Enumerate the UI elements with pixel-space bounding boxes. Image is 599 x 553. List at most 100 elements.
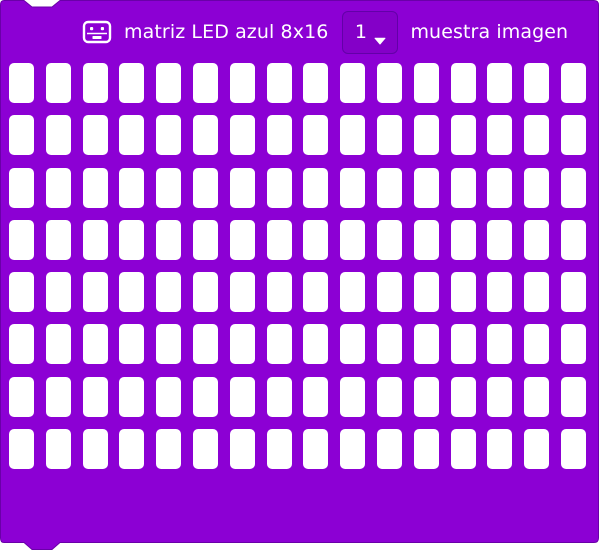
led-cell-r6-c10[interactable]: [340, 324, 366, 365]
led-cell-r4-c12[interactable]: [413, 219, 439, 260]
led-cell-r6-c5[interactable]: [156, 324, 182, 365]
led-cell-r6-c15[interactable]: [524, 324, 550, 365]
led-cell-r1-c8[interactable]: [266, 63, 292, 103]
led-cell-r2-c9[interactable]: [303, 115, 329, 156]
led-cell-r6-c8[interactable]: [266, 324, 292, 365]
led-cell-r7-c10[interactable]: [340, 376, 366, 417]
led-cell-r8-c9[interactable]: [303, 429, 329, 470]
led-cell-r2-c10[interactable]: [340, 115, 366, 156]
led-cell-r3-c3[interactable]: [82, 167, 108, 208]
led-cell-r2-c12[interactable]: [413, 115, 439, 156]
led-cell-r5-c4[interactable]: [119, 272, 145, 313]
led-cell-r8-c4[interactable]: [119, 429, 145, 470]
led-cell-r6-c3[interactable]: [82, 324, 108, 365]
led-cell-r4-c1[interactable]: [9, 219, 34, 260]
led-cell-r8-c1[interactable]: [9, 429, 34, 470]
led-cell-r1-c10[interactable]: [340, 63, 366, 103]
led-cell-r2-c7[interactable]: [229, 115, 255, 156]
led-cell-r5-c9[interactable]: [303, 272, 329, 313]
led-cell-r2-c11[interactable]: [376, 115, 402, 156]
led-cell-r2-c6[interactable]: [192, 115, 218, 156]
led-cell-r7-c2[interactable]: [45, 376, 71, 417]
led-cell-r3-c8[interactable]: [266, 167, 292, 208]
led-cell-r5-c16[interactable]: [560, 272, 586, 313]
led-cell-r5-c3[interactable]: [82, 272, 108, 313]
led-cell-r3-c7[interactable]: [229, 167, 255, 208]
led-cell-r6-c9[interactable]: [303, 324, 329, 365]
led-cell-r4-c6[interactable]: [192, 219, 218, 260]
led-cell-r8-c6[interactable]: [192, 429, 218, 470]
led-cell-r3-c9[interactable]: [303, 167, 329, 208]
led-cell-r1-c6[interactable]: [192, 63, 218, 103]
led-cell-r8-c11[interactable]: [376, 429, 402, 470]
led-cell-r4-c3[interactable]: [82, 219, 108, 260]
led-cell-r8-c12[interactable]: [413, 429, 439, 470]
led-cell-r4-c15[interactable]: [524, 219, 550, 260]
led-cell-r5-c15[interactable]: [524, 272, 550, 313]
led-cell-r2-c8[interactable]: [266, 115, 292, 156]
led-cell-r5-c14[interactable]: [487, 272, 513, 313]
led-cell-r3-c16[interactable]: [560, 167, 586, 208]
led-cell-r7-c11[interactable]: [376, 376, 402, 417]
led-cell-r3-c14[interactable]: [487, 167, 513, 208]
led-cell-r7-c5[interactable]: [156, 376, 182, 417]
led-cell-r7-c15[interactable]: [524, 376, 550, 417]
led-cell-r2-c1[interactable]: [9, 115, 34, 156]
led-cell-r3-c10[interactable]: [340, 167, 366, 208]
led-cell-r6-c4[interactable]: [119, 324, 145, 365]
led-cell-r6-c13[interactable]: [450, 324, 476, 365]
led-cell-r1-c5[interactable]: [156, 63, 182, 103]
led-cell-r7-c9[interactable]: [303, 376, 329, 417]
led-cell-r1-c12[interactable]: [413, 63, 439, 103]
led-cell-r6-c1[interactable]: [9, 324, 34, 365]
led-cell-r4-c2[interactable]: [45, 219, 71, 260]
led-cell-r7-c16[interactable]: [560, 376, 586, 417]
led-cell-r4-c9[interactable]: [303, 219, 329, 260]
led-cell-r3-c15[interactable]: [524, 167, 550, 208]
led-cell-r8-c7[interactable]: [229, 429, 255, 470]
matrix-select-dropdown[interactable]: 1: [342, 10, 399, 54]
led-cell-r4-c4[interactable]: [119, 219, 145, 260]
led-cell-r2-c16[interactable]: [560, 115, 586, 156]
led-cell-r4-c7[interactable]: [229, 219, 255, 260]
led-cell-r8-c13[interactable]: [450, 429, 476, 470]
led-cell-r2-c15[interactable]: [524, 115, 550, 156]
led-cell-r4-c10[interactable]: [340, 219, 366, 260]
led-cell-r5-c7[interactable]: [229, 272, 255, 313]
led-cell-r5-c5[interactable]: [156, 272, 182, 313]
led-cell-r5-c8[interactable]: [266, 272, 292, 313]
led-cell-r2-c3[interactable]: [82, 115, 108, 156]
led-cell-r6-c14[interactable]: [487, 324, 513, 365]
led-cell-r8-c14[interactable]: [487, 429, 513, 470]
led-cell-r8-c8[interactable]: [266, 429, 292, 470]
led-matrix-block[interactable]: matriz LED azul 8x16 1 muestra imagen: [0, 0, 599, 553]
led-cell-r1-c4[interactable]: [119, 63, 145, 103]
led-cell-r2-c14[interactable]: [487, 115, 513, 156]
led-cell-r8-c16[interactable]: [560, 429, 586, 470]
led-cell-r3-c6[interactable]: [192, 167, 218, 208]
led-cell-r6-c11[interactable]: [376, 324, 402, 365]
led-cell-r3-c4[interactable]: [119, 167, 145, 208]
led-cell-r6-c6[interactable]: [192, 324, 218, 365]
led-cell-r7-c14[interactable]: [487, 376, 513, 417]
led-cell-r2-c13[interactable]: [450, 115, 476, 156]
led-cell-r7-c1[interactable]: [9, 376, 34, 417]
led-cell-r5-c6[interactable]: [192, 272, 218, 313]
led-cell-r1-c16[interactable]: [560, 63, 586, 103]
led-cell-r6-c7[interactable]: [229, 324, 255, 365]
led-cell-r4-c13[interactable]: [450, 219, 476, 260]
led-cell-r6-c2[interactable]: [45, 324, 71, 365]
led-cell-r8-c3[interactable]: [82, 429, 108, 470]
led-cell-r8-c5[interactable]: [156, 429, 182, 470]
led-cell-r1-c15[interactable]: [524, 63, 550, 103]
led-cell-r8-c15[interactable]: [524, 429, 550, 470]
led-cell-r2-c4[interactable]: [119, 115, 145, 156]
led-cell-r3-c2[interactable]: [45, 167, 71, 208]
led-cell-r1-c7[interactable]: [229, 63, 255, 103]
led-cell-r1-c11[interactable]: [376, 63, 402, 103]
led-cell-r1-c2[interactable]: [45, 63, 71, 103]
led-cell-r3-c5[interactable]: [156, 167, 182, 208]
led-cell-r4-c11[interactable]: [376, 219, 402, 260]
led-cell-r4-c16[interactable]: [560, 219, 586, 260]
led-cell-r7-c8[interactable]: [266, 376, 292, 417]
